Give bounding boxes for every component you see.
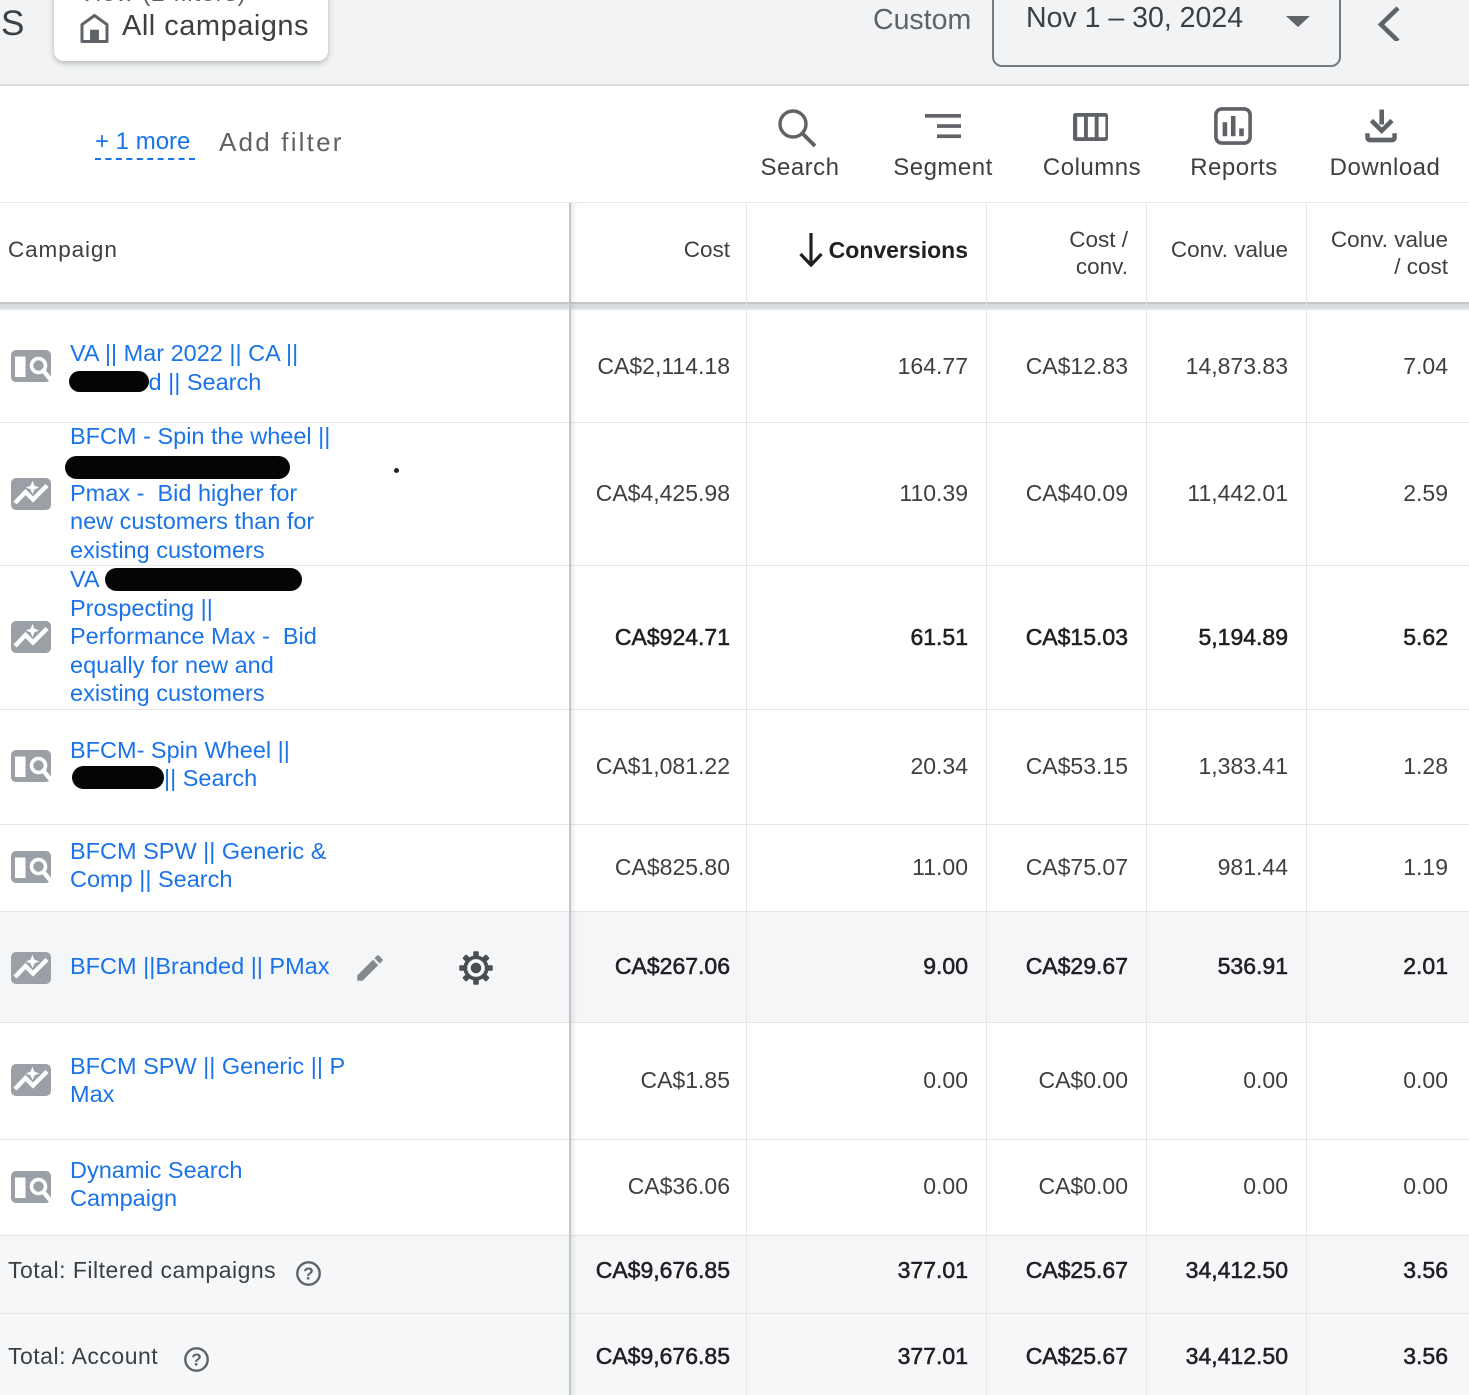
svg-text:?: ? [191, 1350, 202, 1370]
svg-text:?: ? [303, 1264, 314, 1284]
